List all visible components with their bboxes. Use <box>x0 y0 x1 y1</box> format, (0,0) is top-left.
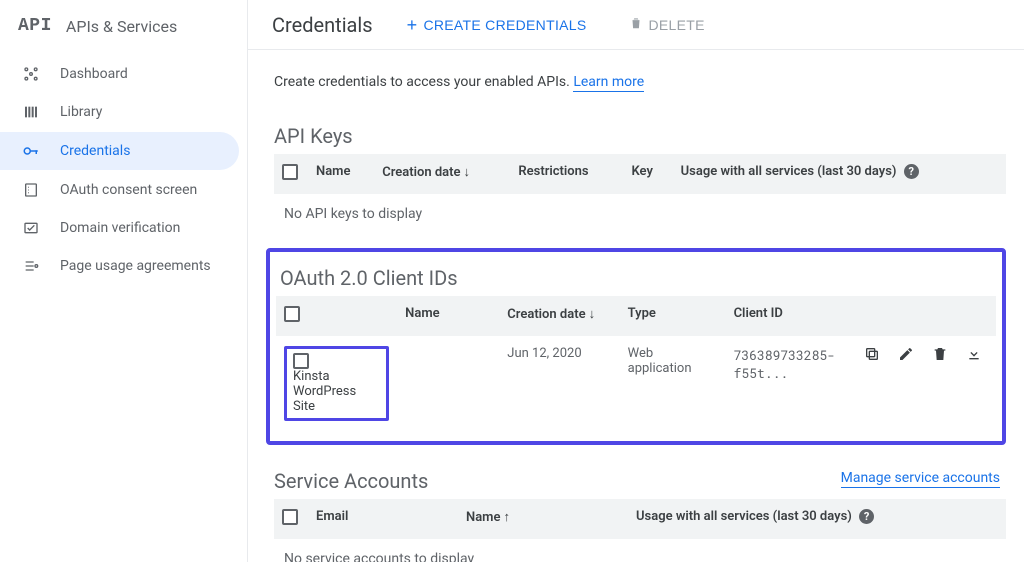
sidebar-item-label: Domain verification <box>60 220 180 236</box>
intro-text: Create credentials to access your enable… <box>274 74 573 90</box>
main-content: Credentials + CREATE CREDENTIALS DELETE … <box>248 0 1024 562</box>
api-logo: API <box>18 16 52 36</box>
row-created: Jun 12, 2020 <box>499 336 619 431</box>
delete-button[interactable]: DELETE <box>621 10 713 39</box>
api-keys-section: API Keys Name Creation date ↓ Restriction… <box>248 100 1024 234</box>
service-accounts-title: Service Accounts <box>274 469 428 493</box>
table-row[interactable]: Kinsta WordPress Site Jun 12, 2020 Web a… <box>276 336 996 431</box>
sidebar-item-oauth-consent[interactable]: OAuth consent screen <box>0 172 239 208</box>
service-accounts-table: Email Name↑ Usage with all services (las… <box>274 499 1006 539</box>
service-accounts-section: Service Accounts Manage service accounts… <box>248 445 1024 562</box>
col-key[interactable]: Key <box>623 154 672 194</box>
col-name[interactable]: Name↑ <box>458 499 628 539</box>
api-keys-table: Name Creation date ↓ Restrictions Key Usa… <box>274 154 1006 194</box>
sidebar-item-domain-verification[interactable]: Domain verification <box>0 210 239 246</box>
oauth-clients-table: Name Creation date ↓ Type Client ID Kinst… <box>276 296 996 431</box>
learn-more-link[interactable]: Learn more <box>573 74 644 92</box>
col-name[interactable]: Name <box>308 154 374 194</box>
oauth-clients-title: OAuth 2.0 Client IDs <box>280 266 996 290</box>
col-creation-date[interactable]: Creation date ↓ <box>499 296 619 336</box>
sidebar-title: APIs & Services <box>66 17 177 36</box>
select-all-checkbox[interactable] <box>284 306 300 322</box>
sidebar-item-label: Library <box>60 104 102 120</box>
help-icon[interactable]: ? <box>859 509 874 524</box>
col-name[interactable]: Name <box>397 296 499 336</box>
help-icon[interactable]: ? <box>904 164 919 179</box>
col-email[interactable]: Email <box>308 499 458 539</box>
col-usage[interactable]: Usage with all services (last 30 days) ? <box>628 499 1006 539</box>
service-accounts-empty: No service accounts to display <box>274 539 1006 562</box>
manage-service-accounts-link[interactable]: Manage service accounts <box>841 470 1000 488</box>
create-credentials-button[interactable]: + CREATE CREDENTIALS <box>399 11 595 39</box>
col-usage-label: Usage with all services (last 30 days) <box>681 164 897 179</box>
sort-desc-icon: ↓ <box>464 165 471 180</box>
col-name-label: Name <box>466 510 500 525</box>
page-title: Credentials <box>272 13 373 37</box>
col-type[interactable]: Type <box>620 296 726 336</box>
create-credentials-label: CREATE CREDENTIALS <box>423 17 586 33</box>
row-client-id: 736389733285-f55t... <box>726 336 843 431</box>
dashboard-icon <box>22 66 40 82</box>
delete-label: DELETE <box>649 17 705 33</box>
sort-asc-icon: ↑ <box>503 510 510 525</box>
api-keys-empty: No API keys to display <box>274 194 1006 234</box>
col-creation-date[interactable]: Creation date ↓ <box>374 154 510 194</box>
row-actions <box>851 346 988 366</box>
plus-icon: + <box>407 18 418 32</box>
sidebar-nav: Dashboard Library Credentials OAuth cons… <box>0 56 247 284</box>
oauth-highlight-box: OAuth 2.0 Client IDs Name Creation date ↓… <box>266 248 1006 445</box>
select-all-checkbox[interactable] <box>282 164 298 180</box>
sidebar-item-page-usage[interactable]: Page usage agreements <box>0 248 239 284</box>
sidebar-item-credentials[interactable]: Credentials <box>0 132 239 170</box>
col-usage[interactable]: Usage with all services (last 30 days) ? <box>673 154 1006 194</box>
sidebar-item-label: Credentials <box>60 143 130 159</box>
sidebar-item-label: Page usage agreements <box>60 258 211 274</box>
col-creation-date-label: Creation date <box>382 165 460 180</box>
key-icon <box>22 142 40 160</box>
download-icon[interactable] <box>966 346 982 366</box>
api-keys-title: API Keys <box>274 124 1006 148</box>
trash-icon <box>629 16 643 33</box>
row-name: Kinsta WordPress Site <box>293 369 356 414</box>
select-all-checkbox[interactable] <box>282 509 298 525</box>
verified-icon <box>22 220 40 236</box>
sidebar-item-label: OAuth consent screen <box>60 182 197 198</box>
sort-desc-icon: ↓ <box>589 307 596 322</box>
col-restrictions[interactable]: Restrictions <box>510 154 623 194</box>
settings-list-icon <box>22 258 40 274</box>
delete-icon[interactable] <box>932 346 948 366</box>
app-root: API APIs & Services Dashboard Library <box>0 0 1024 562</box>
sidebar-item-library[interactable]: Library <box>0 94 239 130</box>
sidebar-header: API APIs & Services <box>0 6 247 56</box>
col-usage-label: Usage with all services (last 30 days) <box>636 509 852 524</box>
consent-icon <box>22 182 40 198</box>
col-creation-date-label: Creation date <box>507 307 585 322</box>
copy-icon[interactable] <box>864 346 880 366</box>
page-header: Credentials + CREATE CREDENTIALS DELETE <box>248 0 1024 50</box>
edit-icon[interactable] <box>898 346 914 366</box>
row-type: Web application <box>620 336 726 431</box>
col-client-id[interactable]: Client ID <box>726 296 843 336</box>
library-icon <box>22 104 40 120</box>
row-checkbox[interactable] <box>293 353 309 369</box>
sidebar-item-dashboard[interactable]: Dashboard <box>0 56 239 92</box>
intro-text-row: Create credentials to access your enable… <box>248 50 1024 100</box>
sidebar-item-label: Dashboard <box>60 66 128 82</box>
sidebar: API APIs & Services Dashboard Library <box>0 0 248 562</box>
